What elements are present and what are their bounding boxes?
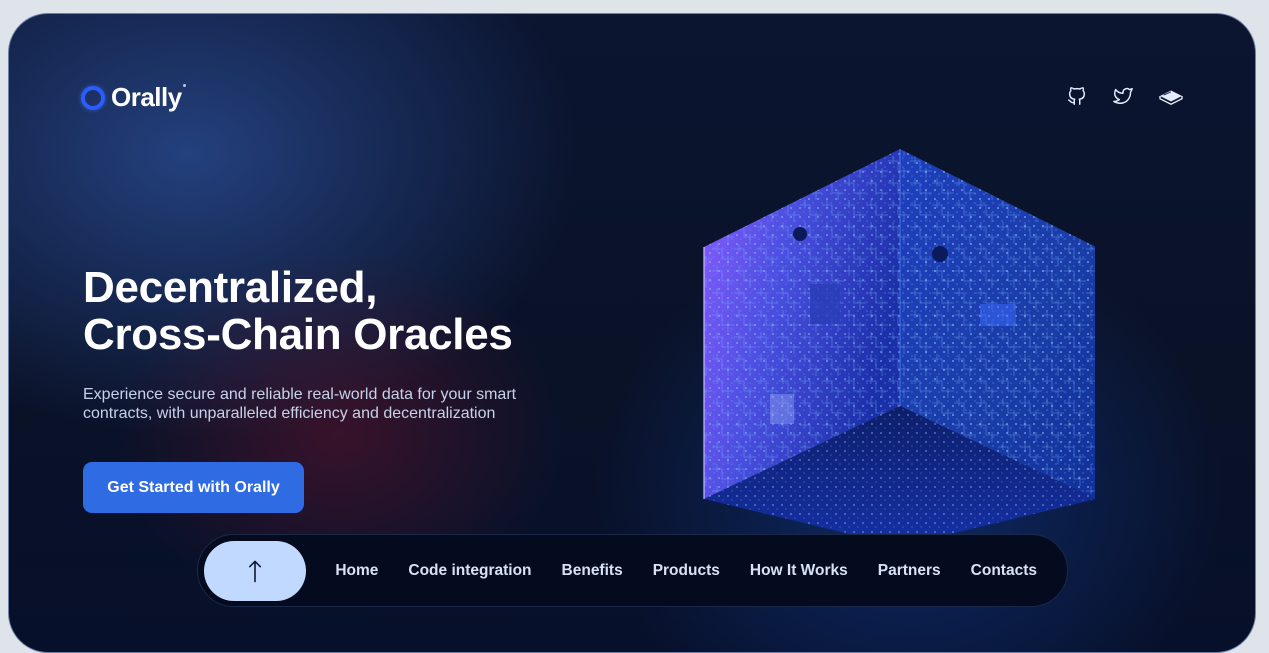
hero-subtitle: Experience secure and reliable real-worl… bbox=[83, 386, 517, 422]
nav-item-how-it-works[interactable]: How It Works bbox=[750, 562, 848, 580]
nav-item-benefits[interactable]: Benefits bbox=[562, 562, 623, 580]
nav-item-products[interactable]: Products bbox=[653, 562, 720, 580]
twitter-icon[interactable] bbox=[1111, 84, 1135, 108]
get-started-button[interactable]: Get Started with Orally bbox=[83, 462, 304, 513]
nav-item-contacts[interactable]: Contacts bbox=[971, 562, 1037, 580]
github-icon[interactable] bbox=[1065, 84, 1089, 108]
hero-headline: Decentralized, Cross-Chain Oracles bbox=[83, 263, 513, 359]
circuit-cube-image bbox=[703, 149, 1095, 539]
nav-item-home[interactable]: Home bbox=[335, 562, 378, 580]
nav-menu: Home Code integration Benefits Products … bbox=[335, 562, 1067, 580]
nav-item-code-integration[interactable]: Code integration bbox=[408, 562, 531, 580]
arrow-up-icon bbox=[249, 560, 262, 582]
bottom-navbar: Home Code integration Benefits Products … bbox=[197, 534, 1068, 607]
logo[interactable]: Orally bbox=[81, 82, 186, 113]
book-icon[interactable] bbox=[1157, 84, 1185, 108]
logo-text: Orally bbox=[111, 82, 182, 112]
social-links bbox=[1065, 84, 1185, 108]
hero-frame: Orally Decentralized, Cross-Chain Oracle… bbox=[8, 13, 1256, 653]
scroll-up-button[interactable] bbox=[204, 540, 307, 601]
logo-ring-icon bbox=[81, 85, 105, 110]
nav-item-partners[interactable]: Partners bbox=[878, 562, 941, 580]
